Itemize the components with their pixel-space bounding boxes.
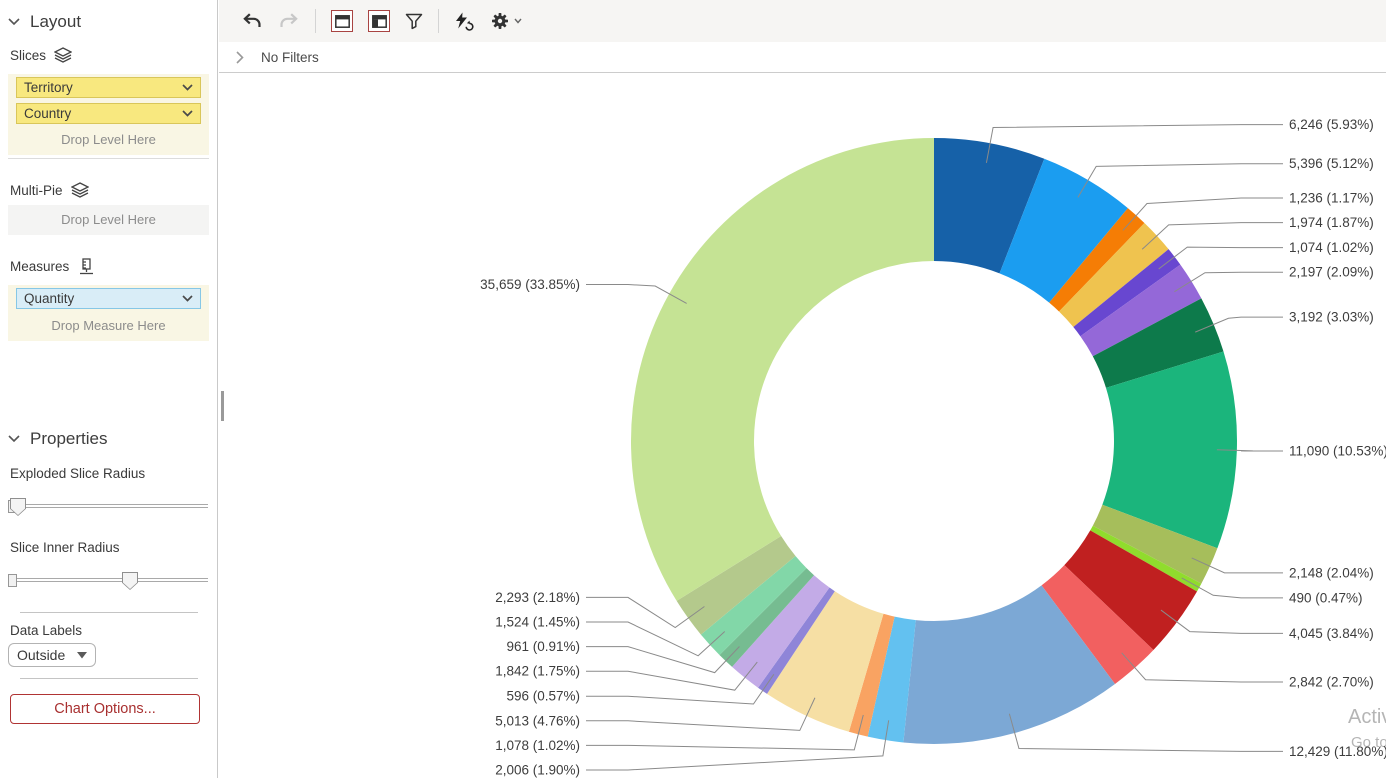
settings-gear-icon[interactable] xyxy=(490,11,522,31)
slice-data-label: 6,246 (5.93%) xyxy=(1289,117,1374,132)
slice-data-label: 490 (0.47%) xyxy=(1289,590,1363,605)
slider-thumb[interactable] xyxy=(122,572,138,590)
pie-slice[interactable] xyxy=(631,138,934,601)
data-labels-label: Data Labels xyxy=(10,623,82,638)
layout-section-title: Layout xyxy=(30,12,81,32)
filter-funnel-icon[interactable] xyxy=(405,13,423,30)
toolbar-separator xyxy=(315,9,316,33)
slice-data-label: 11,090 (10.53%) xyxy=(1289,444,1386,459)
label-leader-line xyxy=(586,698,815,731)
ruler-icon xyxy=(77,258,95,275)
label-leader-line xyxy=(1078,164,1283,198)
slice-data-label: 5,396 (5.12%) xyxy=(1289,156,1374,171)
slice-data-label: 2,148 (2.04%) xyxy=(1289,565,1374,580)
slice-data-label: 2,293 (2.18%) xyxy=(495,590,580,605)
layout-sidebar: Layout Slices Territory Country Drop Lev… xyxy=(0,0,218,778)
slice-level-territory[interactable]: Territory xyxy=(16,77,201,98)
chevron-down-icon[interactable] xyxy=(182,110,193,117)
slice-data-label: 1,078 (1.02%) xyxy=(495,738,580,753)
exploded-slice-radius-label: Exploded Slice Radius xyxy=(10,466,145,481)
slider-start-cap xyxy=(8,574,17,587)
properties-section-header[interactable]: Properties xyxy=(8,429,107,449)
measures-label: Measures xyxy=(10,259,69,274)
slice-inner-radius-label: Slice Inner Radius xyxy=(10,540,120,555)
slice-data-label: 12,429 (11.80%) xyxy=(1289,744,1386,759)
slice-level-country[interactable]: Country xyxy=(16,103,201,124)
multi-pie-drop-zone[interactable]: Drop Level Here xyxy=(8,205,209,235)
chevron-down-icon[interactable] xyxy=(182,295,193,302)
slice-data-label: 5,013 (4.76%) xyxy=(495,713,580,728)
drop-measure-hint: Drop Measure Here xyxy=(8,318,209,333)
slice-data-label: 4,045 (3.84%) xyxy=(1289,626,1374,641)
slice-data-label: 961 (0.91%) xyxy=(506,639,580,654)
slices-drop-zone[interactable]: Territory Country Drop Level Here xyxy=(8,74,209,155)
label-leader-line xyxy=(586,674,774,704)
slice-data-label: 596 (0.57%) xyxy=(506,689,580,704)
properties-section-title: Properties xyxy=(30,429,107,449)
maximize-panel-icon[interactable] xyxy=(331,10,353,32)
layers-icon xyxy=(71,182,89,198)
multi-pie-label: Multi-Pie xyxy=(10,183,63,198)
redo-icon[interactable] xyxy=(278,11,300,31)
caret-down-icon xyxy=(514,18,522,24)
rerun-query-icon[interactable] xyxy=(454,12,475,31)
slice-data-label: 2,006 (1.90%) xyxy=(495,763,580,778)
chevron-down-icon xyxy=(8,435,20,443)
section-divider xyxy=(20,678,198,679)
slice-data-label: 1,074 (1.02%) xyxy=(1289,240,1374,255)
toolbar-separator xyxy=(438,9,439,33)
section-divider xyxy=(20,612,198,613)
data-panel-icon[interactable] xyxy=(368,10,390,32)
slice-level-label: Territory xyxy=(24,80,73,95)
data-labels-select[interactable]: Outside xyxy=(8,643,96,667)
drop-level-hint: Drop Level Here xyxy=(8,132,209,147)
layers-icon xyxy=(54,47,72,63)
filter-bar: No Filters xyxy=(219,42,1386,73)
measures-label-row: Measures xyxy=(10,258,95,275)
slice-data-label: 1,236 (1.17%) xyxy=(1289,191,1374,206)
exploded-slice-radius-slider[interactable] xyxy=(8,496,208,518)
layout-section-header[interactable]: Layout xyxy=(8,12,81,32)
chevron-down-icon xyxy=(8,18,20,26)
slider-thumb[interactable] xyxy=(10,498,26,516)
chevron-down-icon[interactable] xyxy=(182,84,193,91)
slice-data-label: 3,192 (3.03%) xyxy=(1289,310,1374,325)
slice-inner-radius-slider[interactable] xyxy=(8,570,208,592)
slice-level-label: Country xyxy=(24,106,71,121)
drop-level-hint: Drop Level Here xyxy=(8,212,209,227)
slider-track[interactable] xyxy=(8,504,208,508)
multi-pie-label-row: Multi-Pie xyxy=(10,182,89,198)
donut-chart-canvas: 6,246 (5.93%) 5,396 (5.12%) 1,236 (1.17%) 1… xyxy=(219,73,1386,778)
measure-quantity[interactable]: Quantity xyxy=(16,288,201,309)
top-toolbar xyxy=(219,0,1386,42)
caret-down-icon xyxy=(77,652,87,659)
slice-data-label: 2,842 (2.70%) xyxy=(1289,674,1374,689)
slice-data-label: 2,197 (2.09%) xyxy=(1289,265,1374,280)
slices-label-row: Slices xyxy=(10,47,72,63)
chevron-right-icon[interactable] xyxy=(236,51,244,64)
undo-icon[interactable] xyxy=(241,11,263,31)
slider-track[interactable] xyxy=(8,578,208,582)
slice-data-label: 1,524 (1.45%) xyxy=(495,615,580,630)
slices-label: Slices xyxy=(10,48,46,63)
measures-drop-zone[interactable]: Quantity Drop Measure Here xyxy=(8,285,209,341)
slice-data-label: 35,659 (33.85%) xyxy=(480,277,580,292)
slice-data-label: 1,842 (1.75%) xyxy=(495,664,580,679)
measure-label: Quantity xyxy=(24,291,74,306)
no-filters-text: No Filters xyxy=(261,50,319,65)
slice-data-label: 1,974 (1.87%) xyxy=(1289,215,1374,230)
chart-options-button[interactable]: Chart Options... xyxy=(10,694,200,724)
section-divider xyxy=(8,158,209,159)
data-labels-value: Outside xyxy=(17,647,65,663)
